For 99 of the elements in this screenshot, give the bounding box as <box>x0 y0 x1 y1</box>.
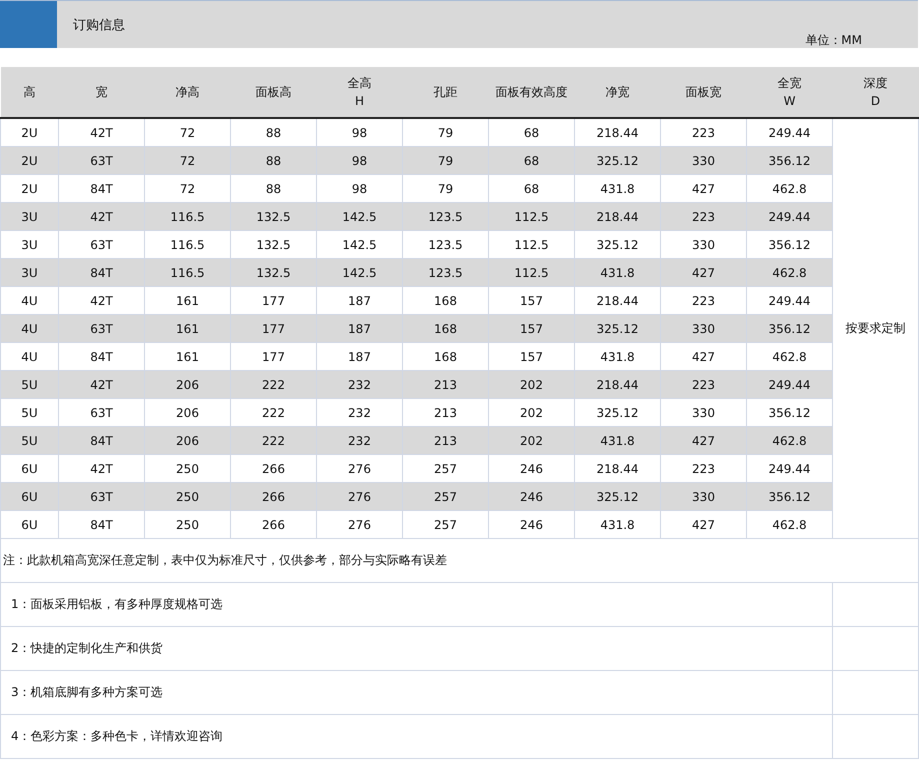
column-header: 孔距 <box>402 67 488 118</box>
table-cell: 249.44 <box>746 202 832 230</box>
table-cell: 223 <box>660 370 746 398</box>
table-cell: 132.5 <box>230 202 316 230</box>
table-cell: 431.8 <box>574 258 660 286</box>
table-cell: 325.12 <box>574 482 660 510</box>
table-cell: 325.12 <box>574 314 660 342</box>
table-cell: 222 <box>230 370 316 398</box>
unit-label: 单位：MM <box>805 32 862 49</box>
column-header: 高 <box>0 67 58 118</box>
table-cell: 427 <box>660 510 746 538</box>
table-cell: 325.12 <box>574 146 660 174</box>
table-cell: 330 <box>660 146 746 174</box>
table-cell: 232 <box>316 426 402 454</box>
column-header: 净高 <box>144 67 230 118</box>
table-cell: 250 <box>144 510 230 538</box>
table-cell: 3U <box>0 258 58 286</box>
table-cell: 462.8 <box>746 258 832 286</box>
column-header: 宽 <box>58 67 144 118</box>
table-cell: 6U <box>0 510 58 538</box>
note-text: 注：此款机箱高宽深任意定制，表中仅为标准尺寸，仅供参考，部分与实际略有误差 <box>0 538 918 582</box>
table-cell: 356.12 <box>746 482 832 510</box>
column-header: 全高 H <box>316 67 402 118</box>
table-cell: 462.8 <box>746 426 832 454</box>
table-cell: 187 <box>316 314 402 342</box>
table-cell: 142.5 <box>316 258 402 286</box>
table-cell: 4U <box>0 314 58 342</box>
feature-text: 2：快捷的定制化生产和供货 <box>0 626 832 670</box>
table-cell: 161 <box>144 314 230 342</box>
table-cell: 218.44 <box>574 370 660 398</box>
table-cell: 5U <box>0 426 58 454</box>
table-cell: 222 <box>230 426 316 454</box>
table-cell: 218.44 <box>574 202 660 230</box>
table-cell: 330 <box>660 314 746 342</box>
section-title: 订购信息 <box>73 17 125 34</box>
table-cell: 177 <box>230 314 316 342</box>
table-cell: 427 <box>660 258 746 286</box>
table-cell: 232 <box>316 370 402 398</box>
table-cell: 68 <box>488 146 574 174</box>
table-cell: 98 <box>316 146 402 174</box>
table-cell: 157 <box>488 314 574 342</box>
table-cell: 132.5 <box>230 258 316 286</box>
feature-text: 1：面板采用铝板，有多种厚度规格可选 <box>0 582 832 626</box>
table-cell: 266 <box>230 482 316 510</box>
table-cell: 276 <box>316 482 402 510</box>
table-cell: 356.12 <box>746 314 832 342</box>
column-header: 面板有效高度 <box>488 67 574 118</box>
column-header: 净宽 <box>574 67 660 118</box>
table-cell: 276 <box>316 510 402 538</box>
table-cell: 431.8 <box>574 426 660 454</box>
feature-text: 4：色彩方案：多种色卡，详情欢迎咨询 <box>0 714 832 758</box>
table-cell: 6U <box>0 482 58 510</box>
column-header: 面板宽 <box>660 67 746 118</box>
column-header: 面板高 <box>230 67 316 118</box>
table-cell: 330 <box>660 482 746 510</box>
table-cell: 63T <box>58 146 144 174</box>
table-cell: 206 <box>144 370 230 398</box>
table-cell: 72 <box>144 146 230 174</box>
table-cell: 223 <box>660 202 746 230</box>
table-cell: 84T <box>58 426 144 454</box>
table-cell: 116.5 <box>144 202 230 230</box>
accent-block <box>0 1 57 48</box>
table-cell: 202 <box>488 426 574 454</box>
table-cell: 116.5 <box>144 258 230 286</box>
table-cell: 246 <box>488 510 574 538</box>
table-cell: 213 <box>402 426 488 454</box>
table-cell: 42T <box>58 370 144 398</box>
table-cell: 2U <box>0 146 58 174</box>
column-header: 全宽 W <box>746 67 832 118</box>
table-cell: 206 <box>144 426 230 454</box>
feature-text: 3：机箱底脚有多种方案可选 <box>0 670 832 714</box>
table-cell: 431.8 <box>574 510 660 538</box>
table-cell: 3U <box>0 202 58 230</box>
table-cell: 202 <box>488 370 574 398</box>
table-cell: 84T <box>58 258 144 286</box>
table-cell: 168 <box>402 314 488 342</box>
table-cell: 42T <box>58 202 144 230</box>
table-cell: 112.5 <box>488 202 574 230</box>
table-cell: 246 <box>488 482 574 510</box>
table-cell: 250 <box>144 482 230 510</box>
table-cell: 5U <box>0 370 58 398</box>
table-cell: 142.5 <box>316 202 402 230</box>
table-cell: 257 <box>402 482 488 510</box>
table-cell: 79 <box>402 146 488 174</box>
table-cell: 266 <box>230 510 316 538</box>
table-cell: 112.5 <box>488 258 574 286</box>
table-cell: 63T <box>58 482 144 510</box>
table-cell: 123.5 <box>402 258 488 286</box>
table-cell: 213 <box>402 370 488 398</box>
table-cell: 按要求定制 <box>832 118 918 538</box>
table-cell: 257 <box>402 510 488 538</box>
table-cell: 63T <box>58 314 144 342</box>
table-cell: 84T <box>58 510 144 538</box>
table-cell: 123.5 <box>402 202 488 230</box>
table-cell: 88 <box>230 146 316 174</box>
table-cell: 427 <box>660 426 746 454</box>
table-cell: 356.12 <box>746 146 832 174</box>
table-cell: 249.44 <box>746 370 832 398</box>
column-header: 深度 D <box>832 67 918 118</box>
